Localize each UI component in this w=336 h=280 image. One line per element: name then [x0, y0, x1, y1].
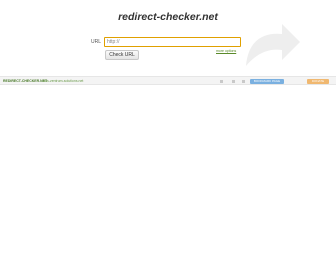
page-icon[interactable]	[220, 79, 223, 83]
page-icon[interactable]	[232, 79, 235, 83]
bookmark-tag[interactable]: BOOKMARK PAGE	[250, 78, 284, 84]
redirect-arrow-icon	[246, 24, 300, 66]
site-title: redirect-checker.net	[118, 11, 218, 23]
more-options-link[interactable]: more options	[216, 49, 236, 53]
footer-subtitle[interactable]: - aus-zentrum-solutions.net	[41, 79, 83, 83]
donate-tag[interactable]: DONATE	[307, 78, 329, 84]
url-label: URL	[91, 39, 102, 45]
url-input[interactable]	[104, 37, 241, 47]
footer-bar: REDIRECT-CHECKER.NET - aus-zentrum-solut…	[0, 76, 336, 85]
page-icon[interactable]	[242, 79, 245, 83]
check-url-button[interactable]: Check URL	[105, 50, 139, 60]
